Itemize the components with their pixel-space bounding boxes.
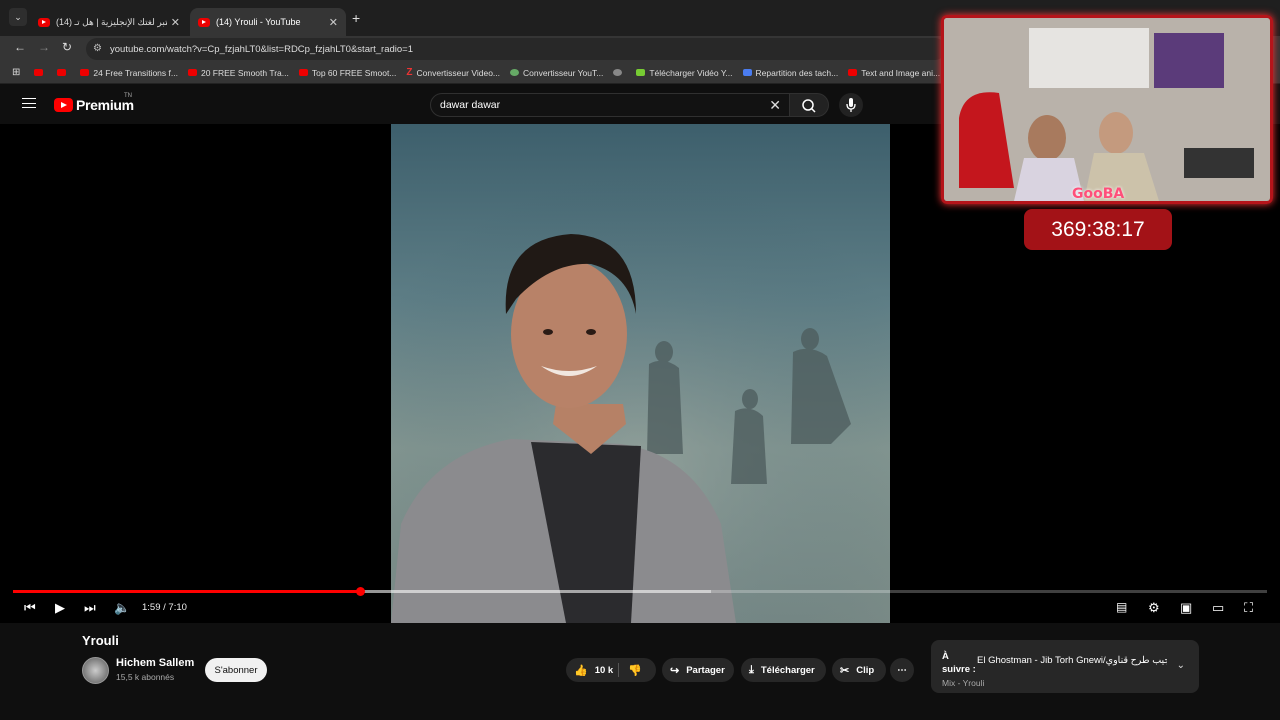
download-icon: ⤓ [749, 663, 754, 676]
scissors-icon: ✂ [840, 664, 850, 677]
dislike-icon[interactable]: 👎 [628, 664, 642, 677]
subscriber-count: 15,5 k abonnés [116, 672, 175, 682]
video-frame[interactable] [391, 124, 890, 623]
z-icon: Z [406, 67, 413, 78]
settings-icon[interactable]: ⚙ [1148, 600, 1160, 616]
reload-icon[interactable]: ↻ [62, 40, 72, 54]
more-actions-button[interactable]: ⋯ [890, 658, 914, 682]
clip-label: Clip [856, 664, 875, 676]
bookmark-item[interactable]: 24 Free Transitions f... [80, 68, 178, 78]
search-input[interactable]: dawar dawar ✕ [430, 93, 790, 117]
bookmark-item[interactable]: Télécharger Vidéo Y... [636, 68, 733, 78]
miniplayer-icon[interactable]: ▣ [1180, 600, 1192, 616]
clear-icon[interactable]: ✕ [769, 97, 781, 114]
youtube-icon [54, 98, 73, 112]
menu-icon[interactable] [22, 98, 36, 108]
youtube-icon [298, 69, 308, 76]
search-button[interactable] [789, 93, 829, 117]
clip-button[interactable]: ✂ Clip [832, 658, 886, 682]
play-icon[interactable]: ▶ [55, 600, 65, 616]
up-next-source: Mix - Yrouli [942, 678, 985, 688]
share-label: Partager [686, 664, 725, 676]
bookmark-item[interactable]: 20 FREE Smooth Tra... [187, 68, 289, 78]
webcam-overlay: GooBA [941, 15, 1273, 204]
site-info-icon[interactable]: ⚙ [93, 43, 102, 54]
progress-played [13, 590, 361, 593]
youtube-icon [57, 69, 67, 76]
tab-title: (14) اختبر لغتك الإنجليزية | هل تـ... [56, 16, 167, 27]
bookmark-item[interactable] [34, 69, 47, 76]
logo-word: Premium [76, 97, 134, 113]
channel-name[interactable]: Hichem Sallem [116, 657, 194, 669]
webcam-feed [944, 18, 1270, 201]
up-next-label: À suivre : [942, 651, 976, 675]
like-dislike-group: 👍 10 k 👎 [566, 658, 656, 682]
browser-tab[interactable]: (14) اختبر لغتك الإنجليزية | هل تـ... ✕ [30, 8, 188, 36]
video-title: Yrouli [82, 633, 119, 648]
next-icon[interactable]: ⏭ [84, 600, 96, 616]
download-label: Télécharger [760, 664, 815, 676]
browser-tab-active[interactable]: (14) Yrouli - YouTube ✕ [190, 8, 346, 36]
tab-title: (14) Yrouli - YouTube [216, 17, 301, 27]
new-tab-icon[interactable]: + [352, 10, 360, 26]
search-icon [802, 99, 816, 113]
scrubber-handle[interactable] [355, 587, 365, 596]
voice-search-button[interactable] [839, 93, 863, 117]
channel-avatar[interactable] [82, 657, 109, 684]
youtube-icon [34, 69, 44, 76]
share-icon: ↪ [670, 664, 680, 677]
youtube-icon [38, 17, 50, 27]
chevron-down-icon: ⌄ [14, 11, 22, 22]
bookmark-item[interactable]: Top 60 FREE Smoot... [298, 68, 396, 78]
bookmark-item[interactable] [57, 69, 70, 76]
fullscreen-icon[interactable]: ⛶ [1244, 600, 1253, 616]
download-icon [636, 69, 646, 76]
youtube-icon [198, 17, 210, 27]
subtitles-icon[interactable]: ▤ [1116, 600, 1127, 614]
up-next-title[interactable]: El Ghostman - Jib Torh Gnewi/جيب طرح قنا… [977, 655, 1167, 666]
download-button[interactable]: ⤓ Télécharger [741, 658, 826, 682]
cam-label: GooBA [1072, 186, 1125, 202]
youtube-premium-logo[interactable]: Premium TN [54, 93, 134, 113]
volume-icon[interactable]: 🔈 [114, 600, 130, 616]
theater-mode-icon[interactable]: ▭ [1212, 600, 1224, 616]
converter-icon [510, 69, 519, 76]
youtube-icon [848, 69, 858, 76]
up-next-card[interactable]: À suivre : El Ghostman - Jib Torh Gnewi/… [931, 640, 1199, 693]
microphone-icon [846, 98, 856, 112]
bookmark-item[interactable]: Repartition des tach... [742, 68, 838, 78]
search-query: dawar dawar [440, 99, 501, 111]
close-icon[interactable]: ✕ [171, 16, 180, 29]
previous-icon[interactable]: ⏮ [24, 600, 36, 616]
bookmark-item[interactable]: Text and Image ani... [848, 68, 940, 78]
youtube-icon [80, 69, 90, 76]
tab-search-button[interactable]: ⌄ [9, 8, 27, 26]
time-display: 1:59 / 7:10 [142, 602, 187, 613]
apps-grid-icon[interactable]: ⊞ [12, 67, 20, 78]
logo-country-code: TN [124, 93, 132, 99]
address-text: youtube.com/watch?v=Cp_fzjahLT0&list=RDC… [110, 43, 414, 55]
video-thumbnail-art [391, 124, 890, 623]
bookmark-item[interactable]: Convertisseur YouT... [510, 68, 603, 78]
bookmark-item[interactable] [613, 69, 626, 76]
youtube-icon [187, 69, 197, 76]
stream-timer: 369:38:17 [1024, 209, 1172, 250]
close-icon[interactable]: ✕ [329, 16, 338, 29]
forward-icon[interactable]: → [38, 40, 50, 54]
bookmark-item[interactable]: Z Convertisseur Video... [406, 67, 500, 78]
address-bar[interactable]: ⚙ youtube.com/watch?v=Cp_fzjahLT0&list=R… [86, 38, 946, 60]
divider [618, 663, 619, 677]
like-icon[interactable]: 👍 [574, 664, 588, 677]
more-icon: ⋯ [897, 664, 907, 676]
back-icon[interactable]: ← [14, 40, 26, 54]
subscribe-button[interactable]: S'abonner [205, 658, 267, 682]
docs-icon [742, 69, 752, 76]
globe-icon [613, 69, 623, 76]
share-button[interactable]: ↪ Partager [662, 658, 734, 682]
chevron-down-icon[interactable]: ⌄ [1177, 660, 1185, 671]
like-count[interactable]: 10 k [595, 665, 614, 676]
